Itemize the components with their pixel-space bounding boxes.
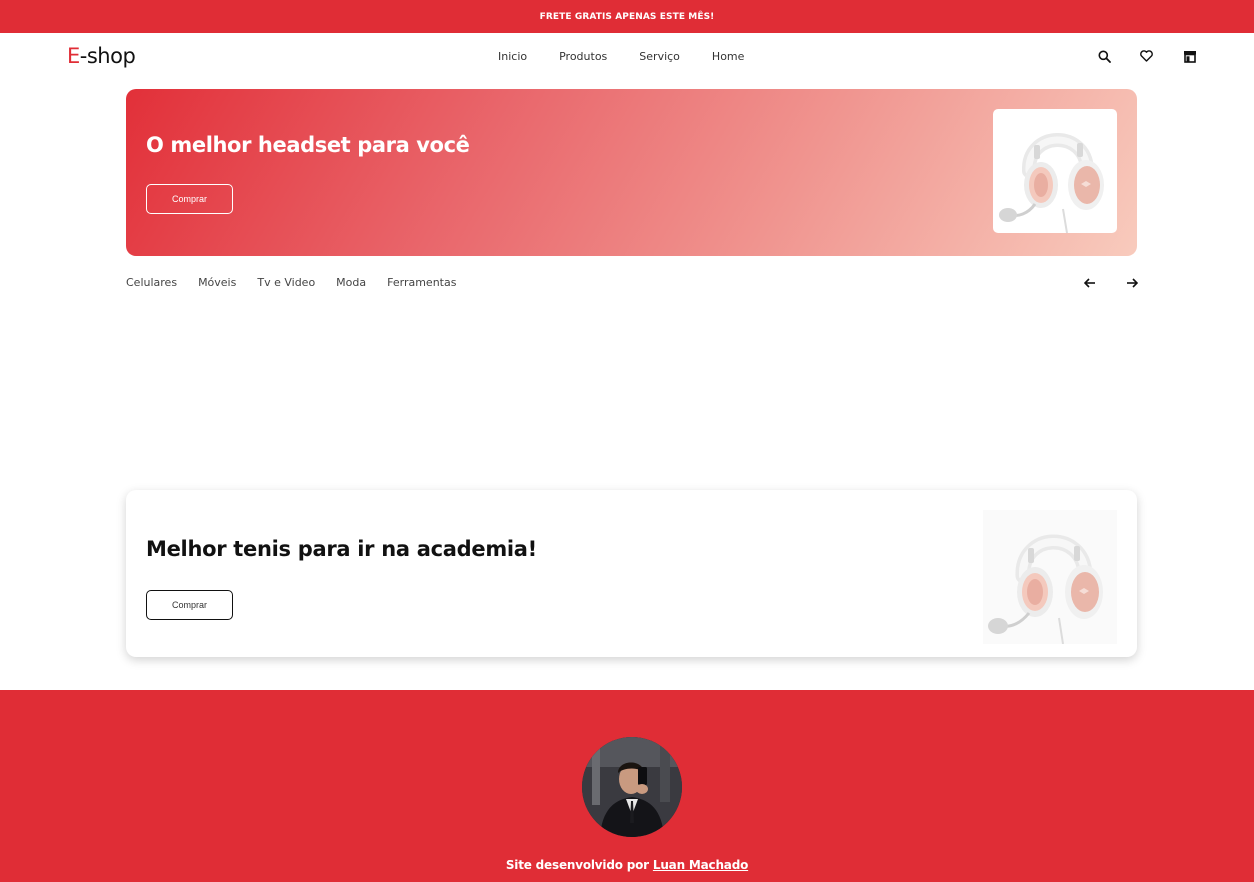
nav-item-produtos[interactable]: Produtos <box>559 50 607 63</box>
carousel-controls <box>1083 276 1139 290</box>
search-icon[interactable] <box>1096 48 1112 64</box>
site-header: E-shop Inicio Produtos Serviço Home <box>0 33 1254 79</box>
promo-title: Melhor tenis para ir na academia! <box>146 537 537 561</box>
hero-banner: O melhor headset para você Comprar <box>126 89 1137 256</box>
logo-accent: E <box>67 44 80 68</box>
arrow-left-icon[interactable] <box>1083 276 1097 290</box>
main-nav: Inicio Produtos Serviço Home <box>498 50 744 63</box>
nav-item-home[interactable]: Home <box>712 50 744 63</box>
category-list: Celulares Móveis Tv e Video Moda Ferrame… <box>126 276 456 289</box>
hero-title: O melhor headset para você <box>146 133 470 157</box>
category-celulares[interactable]: Celulares <box>126 276 177 289</box>
store-icon[interactable] <box>1182 48 1198 64</box>
promo-buy-button[interactable]: Comprar <box>146 590 233 620</box>
headset-image <box>993 109 1117 233</box>
arrow-right-icon[interactable] <box>1125 276 1139 290</box>
profile-photo <box>582 737 682 837</box>
promo-card: Melhor tenis para ir na academia! Compra… <box>126 490 1137 657</box>
logo-text: -shop <box>79 44 136 68</box>
announcement-text: FRETE GRATIS APENAS ESTE MÊS! <box>539 11 715 22</box>
heart-icon[interactable] <box>1138 48 1154 64</box>
header-actions <box>1097 48 1202 64</box>
announcement-bar: FRETE GRATIS APENAS ESTE MÊS! <box>0 0 1254 33</box>
hero-buy-button[interactable]: Comprar <box>146 184 233 214</box>
footer-credit: Site desenvolvido por Luan Machado <box>0 858 1254 872</box>
site-logo[interactable]: E-shop <box>67 44 136 68</box>
nav-item-servico[interactable]: Serviço <box>639 50 680 63</box>
nav-item-inicio[interactable]: Inicio <box>498 50 527 63</box>
category-moveis[interactable]: Móveis <box>198 276 236 289</box>
category-moda[interactable]: Moda <box>336 276 366 289</box>
headset-image <box>983 510 1117 644</box>
category-ferramentas[interactable]: Ferramentas <box>387 276 456 289</box>
credit-prefix: Site desenvolvido por <box>505 858 649 872</box>
category-tv-video[interactable]: Tv e Video <box>257 276 315 289</box>
author-link[interactable]: Luan Machado <box>653 858 748 872</box>
site-footer: Site desenvolvido por Luan Machado <box>0 690 1254 882</box>
